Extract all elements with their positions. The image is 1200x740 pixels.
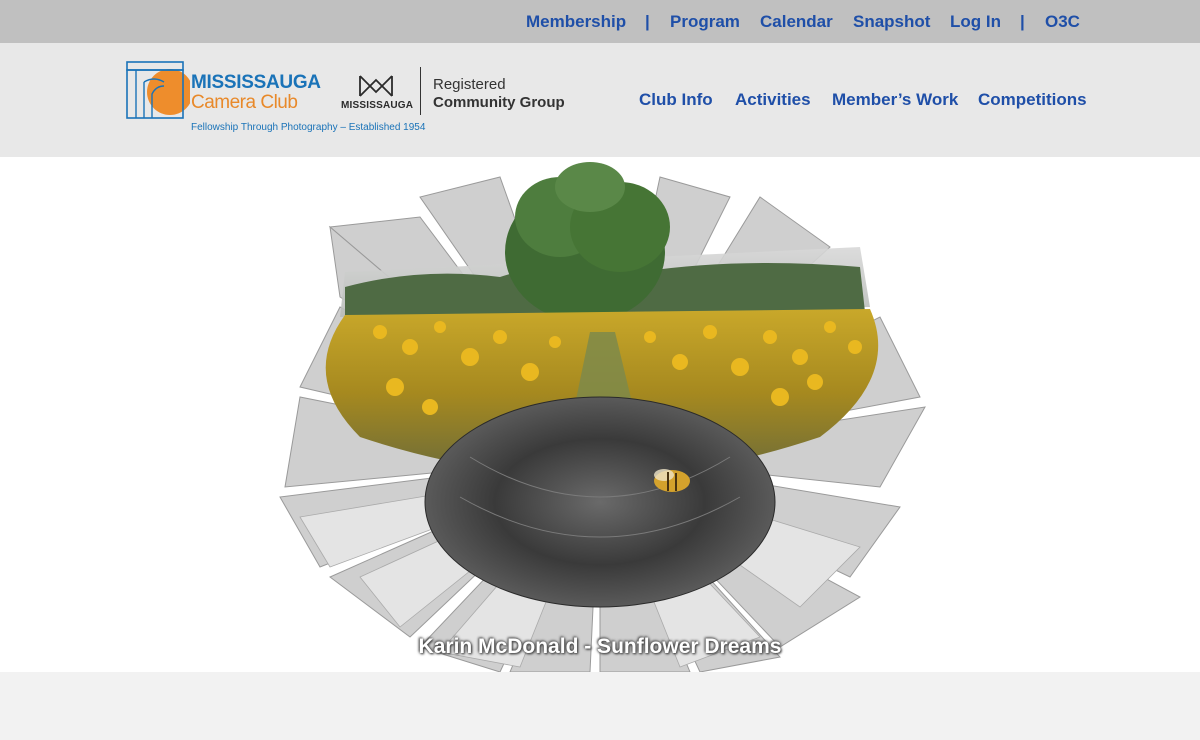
nav-separator: | [645, 12, 650, 31]
hero-caption: Karin McDonald - Sunflower Dreams [418, 635, 782, 658]
site-header: MISSISSAUGA Camera Club Fellowship Throu… [0, 43, 1200, 157]
nav-competitions[interactable]: Competitions [978, 90, 1087, 110]
nav-snapshot-link[interactable]: Snapshot [853, 12, 930, 32]
partner-mark-word: MISSISSAUGA [341, 100, 414, 111]
registered-community-group-badge: MISSISSAUGA Registered Community Group [340, 67, 580, 119]
logo-tagline: Fellowship Through Photography – Establi… [191, 122, 426, 133]
mississauga-m-icon [359, 75, 393, 97]
nav-membership-link[interactable]: Membership [526, 12, 626, 32]
nav-club-info[interactable]: Club Info [639, 90, 713, 110]
logo-subtitle: Camera Club [191, 92, 298, 113]
partner-line1: Registered [433, 76, 506, 93]
top-utility-bar: Membership | Program Calendar Snapshot L… [0, 0, 1200, 43]
camera-outline-icon [126, 61, 190, 119]
page-body-band [0, 672, 1200, 740]
partner-divider [420, 67, 421, 115]
nav-activities[interactable]: Activities [735, 90, 811, 110]
hero-image [279, 162, 926, 672]
logo-title: MISSISSAUGA [191, 72, 321, 93]
nav-program-link[interactable]: Program [670, 12, 740, 32]
nav-separator: | [1020, 12, 1025, 31]
nav-calendar-link[interactable]: Calendar [760, 12, 833, 32]
partner-line2: Community Group [433, 94, 565, 111]
nav-o3c-link[interactable]: O3C [1045, 12, 1080, 32]
hero-slideshow[interactable]: Karin McDonald - Sunflower Dreams [0, 157, 1200, 672]
nav-login-link[interactable]: Log In [950, 12, 1001, 32]
nav-members-work[interactable]: Member’s Work [832, 90, 958, 110]
